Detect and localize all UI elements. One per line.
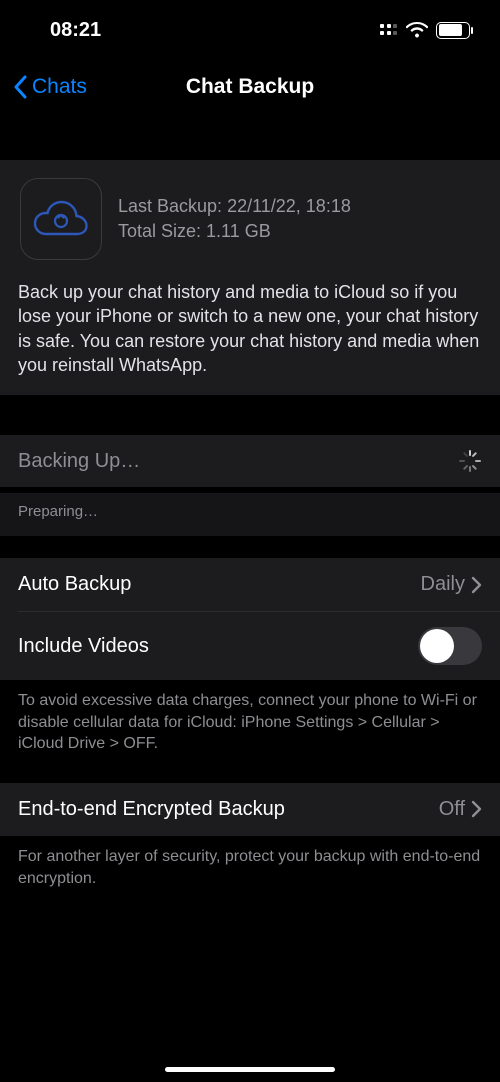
- spinner-icon: [458, 449, 482, 473]
- backup-info-text: Last Backup: 22/11/22, 18:18 Total Size:…: [118, 196, 351, 242]
- wifi-icon: [406, 22, 428, 38]
- backup-substatus-label: Preparing…: [0, 493, 500, 536]
- status-right: [380, 22, 470, 39]
- home-indicator[interactable]: [165, 1067, 335, 1072]
- auto-backup-row[interactable]: Auto Backup Daily: [0, 558, 500, 611]
- auto-backup-label: Auto Backup: [18, 573, 131, 596]
- total-size-label: Total Size: 1.11 GB: [118, 221, 351, 242]
- cellular-dots-icon: [380, 24, 398, 36]
- cloud-backup-icon: [20, 178, 102, 260]
- chevron-right-icon: [471, 800, 482, 818]
- auto-backup-value: Daily: [421, 573, 465, 596]
- battery-icon: [436, 22, 470, 39]
- e2e-backup-value: Off: [439, 798, 465, 821]
- data-charges-warning: To avoid excessive data charges, connect…: [0, 680, 500, 773]
- status-time: 08:21: [50, 19, 101, 42]
- chevron-right-icon: [471, 576, 482, 594]
- e2e-backup-label: End-to-end Encrypted Backup: [18, 798, 285, 821]
- back-label: Chats: [32, 75, 87, 99]
- backup-settings-section: Auto Backup Daily Include Videos: [0, 558, 500, 680]
- backup-status-label: Backing Up…: [18, 450, 140, 473]
- backup-info-section: Last Backup: 22/11/22, 18:18 Total Size:…: [0, 160, 500, 395]
- e2e-hint: For another layer of security, protect y…: [0, 836, 500, 907]
- backup-now-button[interactable]: Backing Up…: [0, 435, 500, 487]
- backup-progress-section: Backing Up…: [0, 435, 500, 487]
- e2e-backup-row[interactable]: End-to-end Encrypted Backup Off: [0, 783, 500, 836]
- status-bar: 08:21: [0, 0, 500, 60]
- include-videos-label: Include Videos: [18, 635, 149, 658]
- last-backup-label: Last Backup: 22/11/22, 18:18: [118, 196, 351, 217]
- include-videos-toggle[interactable]: [418, 627, 482, 665]
- include-videos-row: Include Videos: [0, 612, 500, 680]
- nav-bar: Chats Chat Backup: [0, 60, 500, 114]
- backup-description: Back up your chat history and media to i…: [0, 268, 500, 395]
- back-button[interactable]: Chats: [12, 75, 87, 99]
- e2e-section: End-to-end Encrypted Backup Off: [0, 783, 500, 836]
